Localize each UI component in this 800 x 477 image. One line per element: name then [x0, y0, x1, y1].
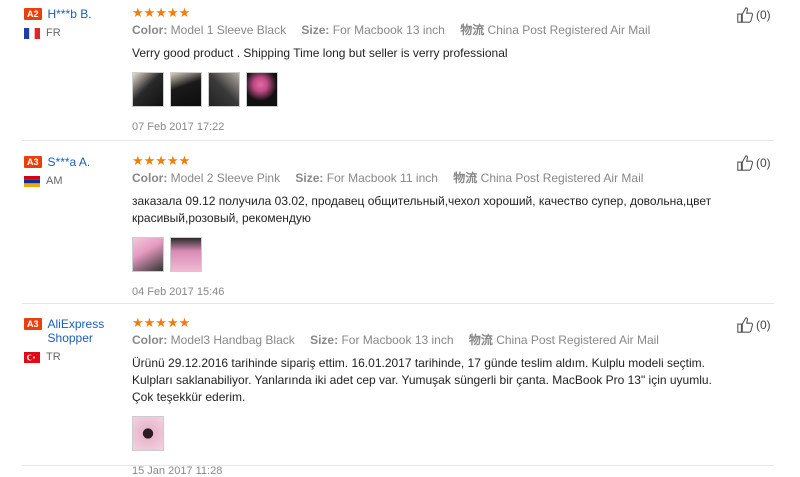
size-value: For Macbook 13 inch	[332, 23, 445, 37]
helpful-count: (0)	[756, 8, 771, 22]
review-photos	[132, 72, 732, 107]
reviewer-country: FR	[24, 27, 124, 39]
order-info: Color: Model 1 Sleeve Black Size: For Ma…	[132, 23, 732, 37]
review-photo-thumbnail[interactable]	[132, 416, 164, 451]
shipping-value: China Post Registered Air Mail	[487, 23, 651, 37]
review-photo-thumbnail[interactable]	[246, 72, 278, 107]
helpful-count: (0)	[756, 156, 771, 170]
review-divider	[22, 303, 774, 304]
reviewer-info: A2 H***b B. FR	[24, 7, 124, 39]
reviewer-name[interactable]: H***b B.	[48, 7, 92, 21]
color-value: Model 2 Sleeve Pink	[170, 171, 281, 185]
shipping-label: 物流	[468, 333, 493, 347]
reviewer-country: TR	[24, 351, 124, 363]
review-photos	[132, 416, 732, 451]
order-info: Color: Model3 Handbag Black Size: For Ma…	[132, 333, 732, 347]
turkey-flag-icon	[24, 351, 40, 363]
review-text: Verry good product . Shipping Time long …	[132, 46, 508, 60]
review-photo-thumbnail[interactable]	[132, 237, 164, 272]
shipping-label: 物流	[453, 171, 478, 185]
review-content: ★★★★★ Color: Model 2 Sleeve Pink Size: F…	[132, 154, 732, 298]
star-rating: ★★★★★	[132, 153, 191, 168]
review-divider	[22, 140, 774, 141]
star-rating: ★★★★★	[132, 5, 191, 20]
armenia-flag-icon	[24, 175, 40, 187]
thumbs-up-icon	[737, 155, 754, 171]
helpful-button[interactable]: (0)	[736, 6, 771, 24]
helpful-count: (0)	[756, 318, 771, 332]
order-info: Color: Model 2 Sleeve Pink Size: For Mac…	[132, 171, 732, 185]
color-value: Model 1 Sleeve Black	[170, 23, 287, 37]
thumbs-up-icon	[737, 317, 754, 333]
reviewer-info: A3 S***a A. AM	[24, 155, 124, 187]
size-value: For Macbook 11 inch	[326, 171, 438, 185]
review-date: 07 Feb 2017 17:22	[132, 121, 225, 133]
helpful-button[interactable]: (0)	[736, 316, 771, 334]
helpful-button[interactable]: (0)	[736, 154, 771, 172]
review-text: заказала 09.12 получила 03.02, продавец …	[132, 194, 712, 225]
review-photo-thumbnail[interactable]	[132, 72, 164, 107]
country-code: TR	[46, 351, 61, 363]
review-date: 04 Feb 2017 15:46	[132, 286, 225, 298]
review-date: 15 Jan 2017 11:28	[132, 465, 223, 477]
color-label: Color:	[132, 333, 168, 347]
star-rating: ★★★★★	[132, 315, 191, 330]
buyer-level-badge: A3	[24, 156, 42, 168]
review-photo-thumbnail[interactable]	[170, 72, 202, 107]
size-label: Size:	[301, 23, 330, 37]
shipping-label: 物流	[460, 23, 485, 37]
country-code: AM	[46, 175, 63, 187]
reviewer-name[interactable]: S***a A.	[48, 155, 91, 169]
shipping-value: China Post Registered Air Mail	[480, 171, 644, 185]
france-flag-icon	[24, 27, 40, 39]
thumbs-up-icon	[737, 7, 754, 23]
review-content: ★★★★★ Color: Model3 Handbag Black Size: …	[132, 316, 732, 477]
color-label: Color:	[132, 23, 168, 37]
color-value: Model3 Handbag Black	[170, 333, 295, 347]
reviewer-name[interactable]: AliExpress Shopper	[48, 317, 124, 345]
size-label: Size:	[295, 171, 324, 185]
review-photo-thumbnail[interactable]	[170, 237, 202, 272]
reviewer-country: AM	[24, 175, 124, 187]
review-photos	[132, 237, 732, 272]
review-text: Ürünü 29.12.2016 tarihinde sipariş ettim…	[132, 356, 712, 404]
review-photo-thumbnail[interactable]	[208, 72, 240, 107]
color-label: Color:	[132, 171, 168, 185]
review-divider	[22, 465, 774, 466]
shipping-value: China Post Registered Air Mail	[496, 333, 659, 347]
size-label: Size:	[310, 333, 339, 347]
reviewer-info: A3 AliExpress Shopper TR	[24, 317, 124, 363]
buyer-level-badge: A2	[24, 8, 42, 20]
size-value: For Macbook 13 inch	[341, 333, 454, 347]
buyer-level-badge: A3	[24, 318, 42, 330]
review-content: ★★★★★ Color: Model 1 Sleeve Black Size: …	[132, 6, 732, 133]
country-code: FR	[46, 27, 61, 39]
